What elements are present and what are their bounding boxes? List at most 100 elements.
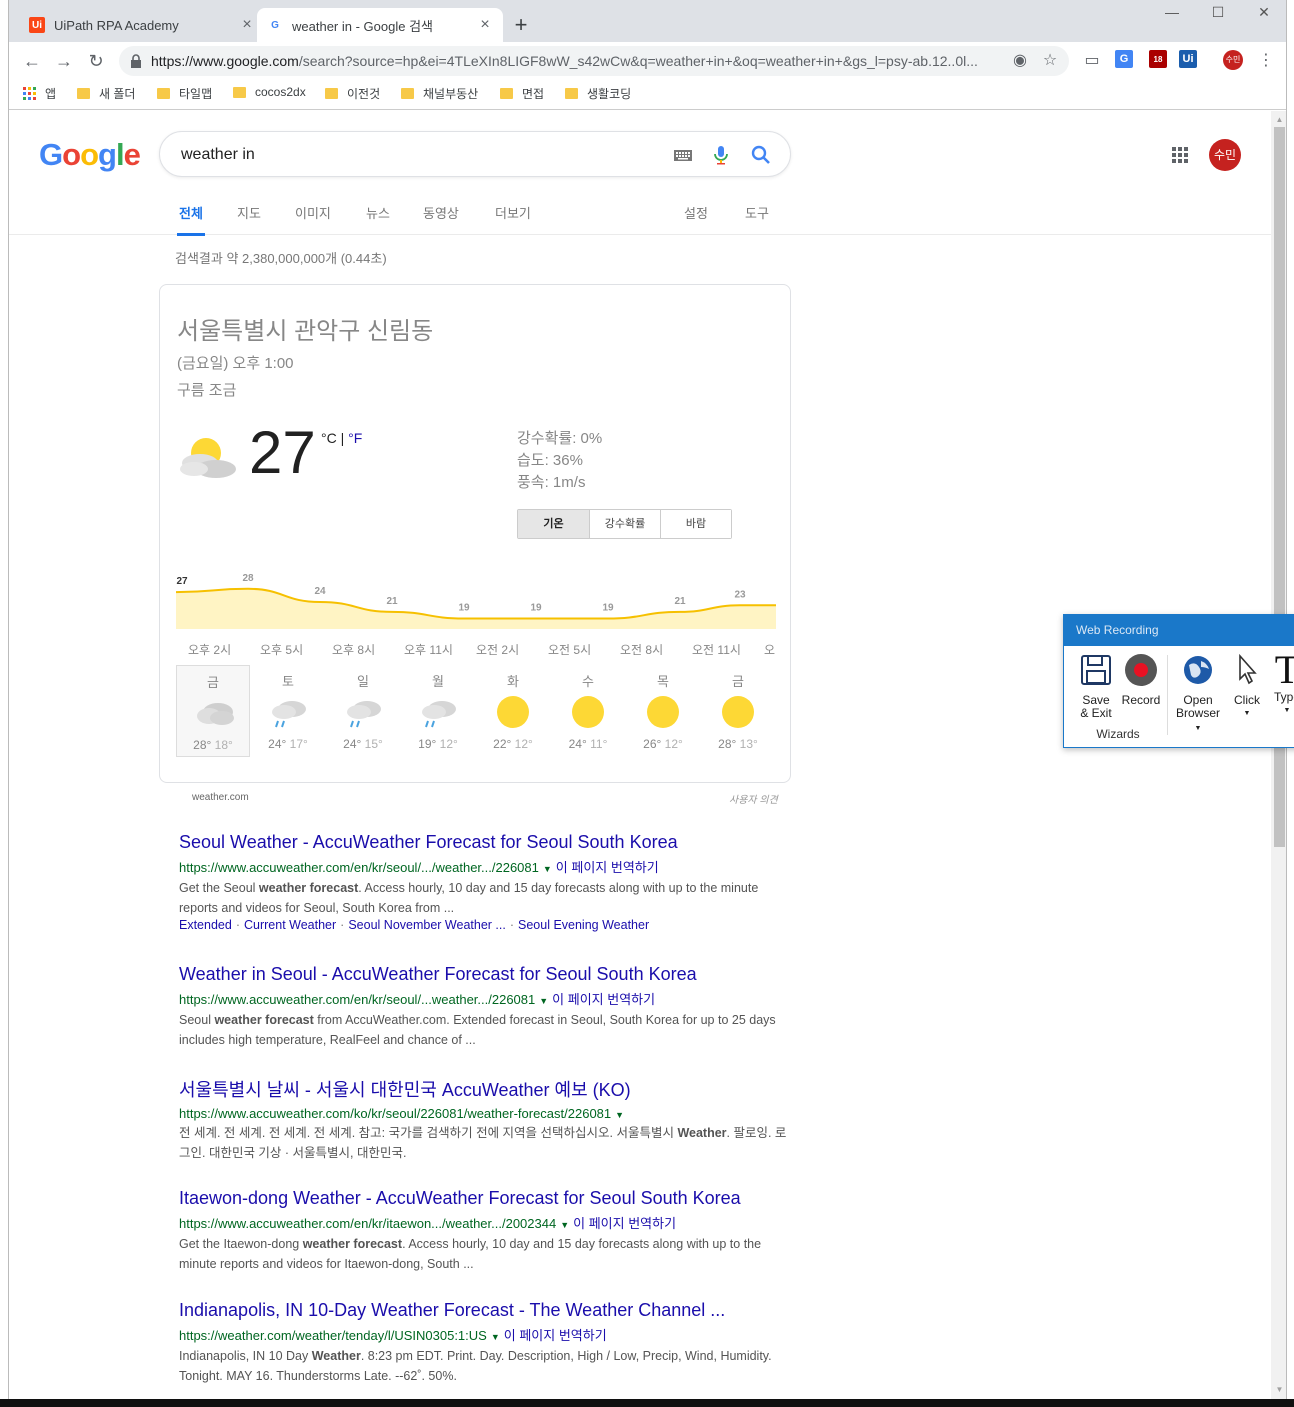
save-exit-button[interactable]: Save & Exit xyxy=(1076,653,1116,720)
unit-fahrenheit[interactable]: °F xyxy=(348,430,362,446)
hour-label: 오전 5시 xyxy=(548,643,592,657)
tab-uipath[interactable]: Ui UiPath RPA Academy × xyxy=(19,8,265,42)
record-button[interactable]: Record xyxy=(1120,653,1162,707)
minimize-icon[interactable]: — xyxy=(1149,4,1195,20)
microphone-icon[interactable] xyxy=(710,144,732,166)
feedback-link[interactable]: 사용자 의견 xyxy=(729,791,778,806)
result-title[interactable]: Weather in Seoul - AccuWeather Forecast … xyxy=(179,964,789,985)
search-box[interactable]: weather in xyxy=(159,131,791,177)
result-title[interactable]: Itaewon-dong Weather - AccuWeather Forec… xyxy=(179,1188,789,1209)
reload-icon[interactable]: ↻ xyxy=(85,50,107,72)
sitelink[interactable]: Current Weather xyxy=(244,918,336,932)
google-results-page: Google weather in 수민 전체 지도 이미지 뉴스 동영상 더보… xyxy=(9,111,1271,1399)
weather-source[interactable]: weather.com xyxy=(192,792,249,803)
scroll-down-icon[interactable]: ▼ xyxy=(1271,1385,1286,1394)
profile-avatar[interactable]: 수민 xyxy=(1223,50,1243,70)
temperature-label: 28 xyxy=(242,573,254,584)
result-title[interactable]: 서울특별시 날씨 - 서울시 대한민국 AccuWeather 예보 (KO) xyxy=(179,1076,789,1102)
result-snippet: 전 세계. 전 세계. 전 세계. 전 세계. 참고: 국가를 검색하기 전에 … xyxy=(179,1126,787,1160)
tab-close-icon[interactable]: × xyxy=(239,16,255,34)
dropdown-caret-icon: ▼ xyxy=(1243,710,1251,717)
dropdown-arrow-icon[interactable]: ▼ xyxy=(560,1220,569,1230)
google-favicon-icon: G xyxy=(271,19,279,31)
tab-maps[interactable]: 지도 xyxy=(237,203,261,222)
cast-icon[interactable]: ▭ xyxy=(1083,52,1101,70)
tab-images[interactable]: 이미지 xyxy=(295,203,331,222)
translate-link[interactable]: 이 페이지 번역하기 xyxy=(573,1216,676,1231)
account-avatar[interactable]: 수민 xyxy=(1209,139,1241,171)
maximize-icon[interactable]: ☐ xyxy=(1195,4,1241,21)
result-title[interactable]: Seoul Weather - AccuWeather Forecast for… xyxy=(179,832,789,853)
bookmark-apps[interactable]: 앱 xyxy=(23,85,56,102)
tab-close-icon[interactable]: × xyxy=(477,16,493,34)
forecast-day[interactable]: 금 28° 18° xyxy=(176,665,250,757)
bookmark-folder[interactable]: 채널부동산 xyxy=(401,85,478,102)
search-icon[interactable] xyxy=(750,144,772,166)
new-tab-icon[interactable]: + xyxy=(509,12,533,38)
bookmark-folder[interactable]: cocos2dx xyxy=(233,85,306,99)
translate-extension-icon[interactable]: G xyxy=(1115,50,1133,68)
forecast-day[interactable]: 토 24° 17° xyxy=(251,665,325,757)
translate-link[interactable]: 이 페이지 번역하기 xyxy=(552,992,655,1007)
search-input[interactable]: weather in xyxy=(181,146,255,164)
humidity: 습도: 36% xyxy=(517,452,583,469)
sitelink[interactable]: Seoul Evening Weather xyxy=(518,918,649,932)
bookmark-folder[interactable]: 면접 xyxy=(500,85,544,102)
result-title[interactable]: Indianapolis, IN 10-Day Weather Forecast… xyxy=(179,1300,789,1321)
click-button[interactable]: Click ▼ xyxy=(1228,653,1266,720)
dropdown-arrow-icon[interactable]: ▼ xyxy=(539,996,548,1006)
menu-kebab-icon[interactable]: ⋮ xyxy=(1257,52,1275,70)
window-close-icon[interactable]: ✕ xyxy=(1241,4,1286,21)
tab-all[interactable]: 전체 xyxy=(177,203,205,236)
google-apps-icon[interactable] xyxy=(1172,147,1188,163)
translate-link[interactable]: 이 페이지 번역하기 xyxy=(504,1328,607,1343)
forecast-day[interactable]: 화 22° 12° xyxy=(476,665,550,757)
google-logo[interactable]: Google xyxy=(39,137,141,173)
unit-celsius[interactable]: °C xyxy=(321,430,337,446)
ublock-extension-icon[interactable]: 18 xyxy=(1149,50,1167,68)
bookmark-folder[interactable]: 이전것 xyxy=(325,85,380,102)
forecast-day[interactable]: 수 24° 11° xyxy=(551,665,625,757)
translate-link[interactable]: 이 페이지 번역하기 xyxy=(556,860,659,875)
dropdown-arrow-icon[interactable]: ▼ xyxy=(543,864,552,874)
forecast-day[interactable]: 월 19° 12° xyxy=(401,665,475,757)
bookmark-folder[interactable]: 타일맵 xyxy=(157,85,212,102)
tab-settings[interactable]: 설정 xyxy=(684,203,708,222)
dropdown-arrow-icon[interactable]: ▼ xyxy=(491,1332,500,1342)
bookmark-folder[interactable]: 새 폴더 xyxy=(77,85,135,102)
apps-grid-icon xyxy=(23,87,36,100)
tab-tools[interactable]: 도구 xyxy=(745,203,769,222)
precip-chance: 강수확률: 0% xyxy=(517,430,603,447)
dropdown-arrow-icon[interactable]: ▼ xyxy=(615,1110,624,1120)
keyboard-icon[interactable] xyxy=(672,144,694,166)
back-icon[interactable]: ← xyxy=(21,50,43,72)
open-browser-button[interactable]: Open Browser ▼ xyxy=(1172,653,1224,735)
tab-videos[interactable]: 동영상 xyxy=(423,203,459,222)
day-name: 수 xyxy=(582,674,594,689)
tab-more[interactable]: 더보기 xyxy=(495,203,531,222)
bookmark-folder[interactable]: 생활코딩 xyxy=(565,85,631,102)
forecast-day[interactable]: 목 26° 12° xyxy=(626,665,700,757)
scroll-up-icon[interactable]: ▲ xyxy=(1271,115,1286,124)
temperature-label: 19 xyxy=(458,603,470,614)
type-button[interactable]: T Type ▼ xyxy=(1268,650,1294,717)
forward-icon[interactable]: → xyxy=(53,50,75,72)
forecast-day[interactable]: 일 24° 15° xyxy=(326,665,400,757)
daily-forecast: 금 28° 18° 토 24° 17° 일 24° 15° 월 19° 12° 화 22° 12°… xyxy=(176,665,776,759)
sitelink[interactable]: Extended xyxy=(179,918,232,932)
tab-google-search[interactable]: G weather in - Google 검색 × xyxy=(257,8,503,42)
toggle-precipitation[interactable]: 강수확률 xyxy=(589,510,660,538)
location-blocked-icon[interactable]: ◉ xyxy=(1011,52,1029,70)
day-name: 일 xyxy=(357,674,369,689)
tab-news[interactable]: 뉴스 xyxy=(366,203,390,222)
temperature-label: 24 xyxy=(314,586,326,597)
page-scrollbar[interactable]: ▲ ▼ xyxy=(1271,111,1286,1399)
bookmark-star-icon[interactable]: ☆ xyxy=(1041,52,1059,70)
dropdown-caret-icon: ▼ xyxy=(1194,725,1202,732)
toggle-temperature[interactable]: 기온 xyxy=(518,510,589,538)
sitelink[interactable]: Seoul November Weather ... xyxy=(348,918,505,932)
address-bar[interactable]: https://www.google.com/search?source=hp&… xyxy=(119,46,1069,76)
forecast-day[interactable]: 금 28° 13° xyxy=(701,665,775,757)
uipath-extension-icon[interactable]: Ui xyxy=(1179,50,1197,68)
toggle-wind[interactable]: 바람 xyxy=(660,510,731,538)
